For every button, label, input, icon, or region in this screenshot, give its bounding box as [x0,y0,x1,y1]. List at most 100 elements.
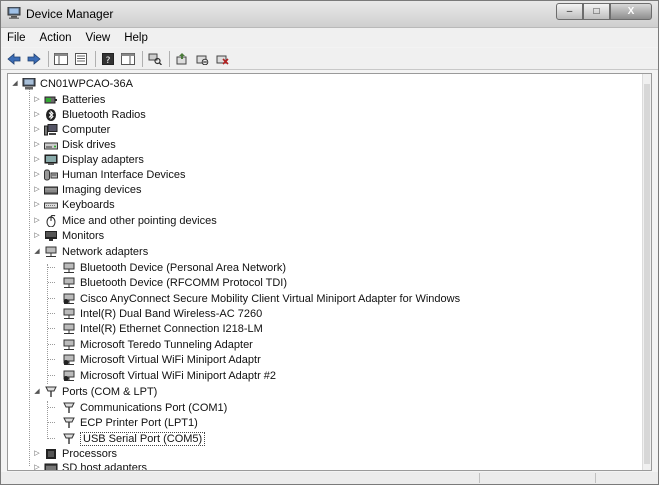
tree-item-network-adapter[interactable]: Microsoft Virtual WiFi Miniport Adaptr [62,352,261,367]
tree-item-ports[interactable]: ◢ Ports (COM & LPT) [33,384,157,399]
uninstall-device-icon[interactable] [214,51,230,67]
expand-icon[interactable]: ▷ [33,111,41,119]
toolbar-separator [48,50,49,67]
tree-item-network-adapter[interactable]: Intel(R) Ethernet Connection I218-LM [62,321,263,336]
tree-item-sd-host-adapters[interactable]: ▷ SD host adapters [33,460,147,471]
collapse-icon[interactable]: ◢ [33,248,41,256]
disk-drive-icon [44,139,58,151]
close-icon: X [627,6,635,17]
tree-item-network-adapter[interactable]: Microsoft Virtual WiFi Miniport Adaptr #… [62,368,276,383]
menu-action[interactable]: Action [33,32,79,44]
tree-item-monitors[interactable]: ▷ Monitors [33,228,104,243]
expand-icon[interactable]: ▷ [33,126,41,134]
collapse-icon[interactable]: ◢ [33,388,41,396]
tree-item-disk-drives[interactable]: ▷ Disk drives [33,137,116,152]
menu-help[interactable]: Help [117,32,155,44]
expand-icon[interactable]: ▷ [33,464,41,471]
tree-item-batteries[interactable]: ▷ Batteries [33,92,105,107]
toolbar-separator [169,50,170,67]
tree-item-bluetooth-radios[interactable]: ▷ Bluetooth Radios [33,107,146,122]
tree-line [48,438,55,439]
minimize-icon: – [566,6,573,17]
menu-file[interactable]: File [1,32,33,44]
tree-item-display-adapters[interactable]: ▷ Display adapters [33,152,144,167]
tree-item-port[interactable]: Communications Port (COM1) [62,400,227,415]
network-adapter-icon [62,308,76,320]
maximize-button[interactable]: □ [583,3,610,20]
network-adapter-warning-icon [62,354,76,366]
hid-icon [44,169,58,181]
expand-icon[interactable]: ▷ [33,156,41,164]
forward-icon[interactable] [26,51,42,67]
tree-item-network-adapter[interactable]: Bluetooth Device (Personal Area Network) [62,260,286,275]
expand-icon[interactable]: ▷ [33,96,41,104]
tree-item-network-adapter[interactable]: Intel(R) Dual Band Wireless-AC 7260 [62,306,262,321]
imaging-device-icon [44,184,58,196]
toolbar-separator [95,50,96,67]
tree-item-processors[interactable]: ▷ Processors [33,446,117,461]
expand-icon[interactable]: ▷ [33,201,41,209]
tree-root[interactable]: ◢ CN01WPCAO-36A [11,76,133,91]
tree-item-computer[interactable]: ▷ Computer [33,122,110,137]
network-adapter-icon [62,339,76,351]
expand-icon[interactable]: ▷ [33,232,41,240]
status-divider [595,473,596,483]
status-divider [479,473,480,483]
close-button[interactable]: X [610,3,652,20]
back-icon[interactable] [6,51,22,67]
caption-buttons: – □ X [556,3,652,21]
network-adapter-icon [44,246,58,258]
display-adapter-icon [44,154,58,166]
tree-item-network-adapters[interactable]: ◢ Network adapters [33,244,148,259]
processor-icon [44,448,58,460]
tree-line [48,407,55,408]
tree-line [48,344,55,345]
title-bar[interactable]: Device Manager – □ X [1,1,658,28]
tree-item-port-selected[interactable]: USB Serial Port (COM5) [62,431,206,446]
scan-hardware-icon[interactable] [147,51,163,67]
properties-icon[interactable] [73,51,89,67]
tree-line [48,328,55,329]
tree-item-network-adapter[interactable]: Microsoft Teredo Tunneling Adapter [62,337,253,352]
expand-icon[interactable]: ▷ [33,217,41,225]
tree-line [48,282,55,283]
tree-line [48,359,55,360]
show-hide-console-tree-icon[interactable] [53,51,69,67]
collapse-icon[interactable]: ◢ [11,80,19,88]
tree-line [48,267,55,268]
expand-icon[interactable]: ▷ [33,171,41,179]
tree-line [48,298,55,299]
tree-item-mice-and-other-pointing-devices[interactable]: ▷ Mice and other pointing devices [33,213,217,228]
tree-line [29,89,30,466]
disable-device-icon[interactable] [194,51,210,67]
computer-icon [44,123,58,136]
computer-icon [7,6,21,19]
tree-item-network-adapter[interactable]: Bluetooth Device (RFCOMM Protocol TDI) [62,275,287,290]
network-adapter-warning-icon [62,370,76,382]
device-tree[interactable]: ◢ CN01WPCAO-36A ▷ Batteries ▷ Bluetooth … [7,73,652,471]
expand-icon[interactable]: ▷ [33,186,41,194]
tree-item-imaging-devices[interactable]: ▷ Imaging devices [33,182,141,197]
battery-icon [44,94,58,106]
vertical-scrollbar[interactable] [642,74,651,470]
port-icon [62,417,76,429]
tree-item-keyboards[interactable]: ▷ Keyboards [33,197,114,212]
port-icon [44,386,58,398]
scrollbar-thumb[interactable] [644,84,650,464]
tree-item-network-adapter[interactable]: Cisco AnyConnect Secure Mobility Client … [62,291,460,306]
port-icon [62,433,76,445]
tree-item-human-interface-devices[interactable]: ▷ Human Interface Devices [33,167,185,182]
show-action-pane-icon[interactable] [120,51,136,67]
window-title: Device Manager [26,7,114,21]
menu-view[interactable]: View [79,32,118,44]
tree-line [48,375,55,376]
tree-item-port[interactable]: ECP Printer Port (LPT1) [62,415,198,430]
help-icon[interactable]: ? [100,51,116,67]
update-driver-icon[interactable] [174,51,190,67]
minimize-button[interactable]: – [556,3,583,20]
tree-line [48,313,55,314]
expand-icon[interactable]: ▷ [33,450,41,458]
expand-icon[interactable]: ▷ [33,141,41,149]
monitor-icon [44,230,58,242]
computer-name: CN01WPCAO-36A [40,77,133,90]
